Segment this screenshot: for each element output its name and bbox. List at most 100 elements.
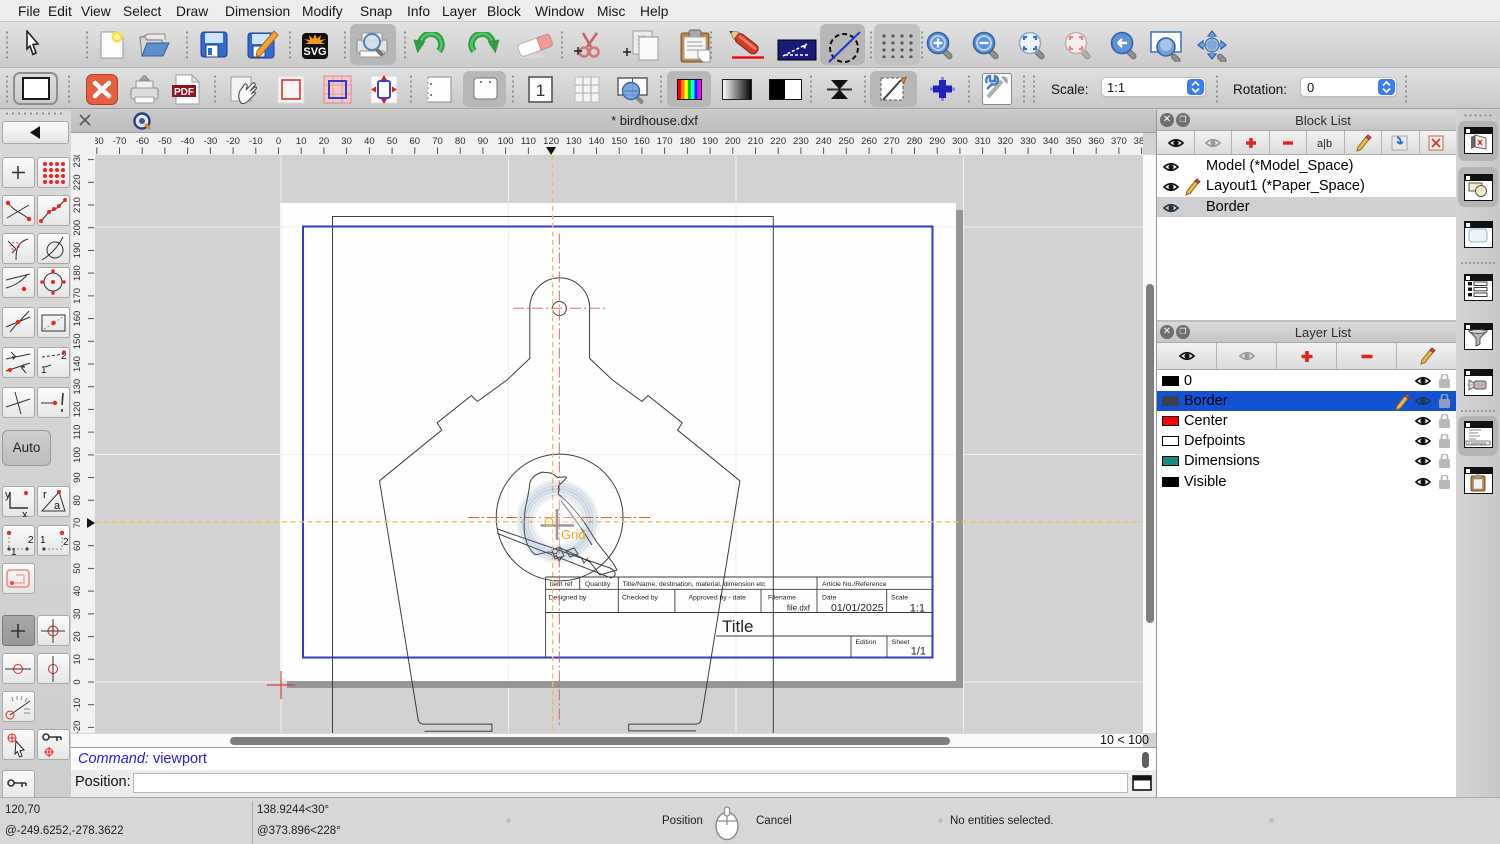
svg-text:Title: Title <box>722 617 754 636</box>
svg-text:250: 250 <box>838 136 854 147</box>
svg-text:10: 10 <box>296 136 307 147</box>
svg-text:a|b: a|b <box>1317 138 1332 150</box>
svg-text:1: 1 <box>40 535 46 546</box>
svg-text:PDF: PDF <box>174 87 194 98</box>
svg-text:r: r <box>43 489 47 501</box>
svg-text:160: 160 <box>72 311 83 327</box>
svg-text:50: 50 <box>387 136 398 147</box>
svg-text:150: 150 <box>72 333 83 349</box>
svg-text:330: 330 <box>1020 136 1036 147</box>
svg-text:-20: -20 <box>72 721 83 733</box>
svg-text:-10: -10 <box>72 698 83 712</box>
svg-text:1:1: 1:1 <box>910 603 925 615</box>
svg-text:Scale: Scale <box>891 595 908 602</box>
svg-text:170: 170 <box>657 136 673 147</box>
svg-text:c command: c command <box>1468 442 1486 446</box>
svg-text:210: 210 <box>72 197 83 213</box>
svg-text:Edition: Edition <box>856 639 877 646</box>
svg-text:-80: -80 <box>95 136 104 147</box>
svg-text:a: a <box>54 500 61 512</box>
svg-text:01/01/2025: 01/01/2025 <box>831 602 884 614</box>
svg-text:70: 70 <box>72 518 83 529</box>
svg-text:Designed by: Designed by <box>549 595 587 602</box>
svg-text:2: 2 <box>28 535 34 546</box>
svg-text:170: 170 <box>72 288 83 304</box>
svg-text:210: 210 <box>748 136 764 147</box>
svg-text:10: 10 <box>72 654 83 665</box>
svg-text:190: 190 <box>702 136 718 147</box>
svg-text:60: 60 <box>72 540 83 551</box>
svg-text:200: 200 <box>725 136 741 147</box>
svg-text:130: 130 <box>72 379 83 395</box>
svg-text:120: 120 <box>72 401 83 417</box>
svg-text:-70: -70 <box>113 136 127 147</box>
svg-text:140: 140 <box>72 356 83 372</box>
svg-text:360: 360 <box>1088 136 1104 147</box>
svg-text:80: 80 <box>72 495 83 506</box>
svg-text:30: 30 <box>341 136 352 147</box>
svg-text:-40: -40 <box>181 136 195 147</box>
svg-text:90: 90 <box>478 136 489 147</box>
svg-text:70: 70 <box>432 136 443 147</box>
svg-text:160: 160 <box>634 136 650 147</box>
svg-text:40: 40 <box>364 136 375 147</box>
svg-text:20: 20 <box>72 631 83 642</box>
svg-text:260: 260 <box>861 136 877 147</box>
svg-text:file.dxf: file.dxf <box>787 604 811 613</box>
svg-text:220: 220 <box>72 174 83 190</box>
svg-text:-20: -20 <box>226 136 240 147</box>
svg-text:50: 50 <box>72 563 83 574</box>
svg-text:Filename: Filename <box>768 595 796 602</box>
svg-text:Article No./Reference: Article No./Reference <box>822 581 887 588</box>
svg-text:180: 180 <box>72 265 83 281</box>
svg-text:110: 110 <box>521 136 536 147</box>
svg-text:110: 110 <box>72 425 83 440</box>
svg-text:180: 180 <box>679 136 695 147</box>
svg-text:0: 0 <box>276 136 281 147</box>
svg-text:290: 290 <box>929 136 945 147</box>
svg-text:Checked by: Checked by <box>622 595 658 602</box>
svg-text:0: 0 <box>72 679 83 684</box>
svg-text:-10: -10 <box>249 136 263 147</box>
svg-text:40: 40 <box>72 586 83 597</box>
svg-text:Quantity: Quantity <box>585 581 611 588</box>
svg-text:350: 350 <box>1066 136 1082 147</box>
svg-text:1: 1 <box>536 81 545 100</box>
svg-text:Date: Date <box>822 595 837 602</box>
svg-text:Sheet: Sheet <box>892 639 910 646</box>
svg-text:x: x <box>22 509 28 517</box>
svg-text:-50: -50 <box>158 136 172 147</box>
svg-text:230: 230 <box>793 136 809 147</box>
svg-text:SVG: SVG <box>303 46 326 58</box>
svg-text:80: 80 <box>455 136 466 147</box>
svg-text:Title/Name, destination, mater: Title/Name, destination, material, dimen… <box>623 581 767 588</box>
svg-text:320: 320 <box>997 136 1013 147</box>
svg-text:-30: -30 <box>204 136 218 147</box>
svg-text:100: 100 <box>72 447 83 463</box>
svg-text:280: 280 <box>907 136 923 147</box>
svg-text:130: 130 <box>566 136 582 147</box>
svg-text:340: 340 <box>1043 136 1059 147</box>
svg-text:380: 380 <box>1134 136 1143 147</box>
svg-text:140: 140 <box>589 136 605 147</box>
svg-text:1/1: 1/1 <box>911 646 926 658</box>
svg-text:Approved by - date: Approved by - date <box>689 595 747 602</box>
svg-text:Grid: Grid <box>561 527 586 542</box>
svg-text:200: 200 <box>72 220 83 236</box>
svg-text:30: 30 <box>72 609 83 620</box>
svg-text:220: 220 <box>770 136 786 147</box>
svg-text:1: 1 <box>11 547 17 556</box>
svg-text:370: 370 <box>1111 136 1127 147</box>
svg-text:60: 60 <box>410 136 421 147</box>
svg-text:190: 190 <box>72 242 83 258</box>
svg-text:240: 240 <box>816 136 832 147</box>
svg-text:120: 120 <box>543 136 559 147</box>
svg-text:270: 270 <box>884 136 900 147</box>
svg-text:-60: -60 <box>135 136 149 147</box>
svg-text:2: 2 <box>63 537 69 548</box>
svg-text:20: 20 <box>319 136 330 147</box>
svg-text:90: 90 <box>72 472 83 483</box>
svg-text:100: 100 <box>498 136 514 147</box>
svg-text:150: 150 <box>611 136 627 147</box>
svg-text:310: 310 <box>975 136 991 147</box>
